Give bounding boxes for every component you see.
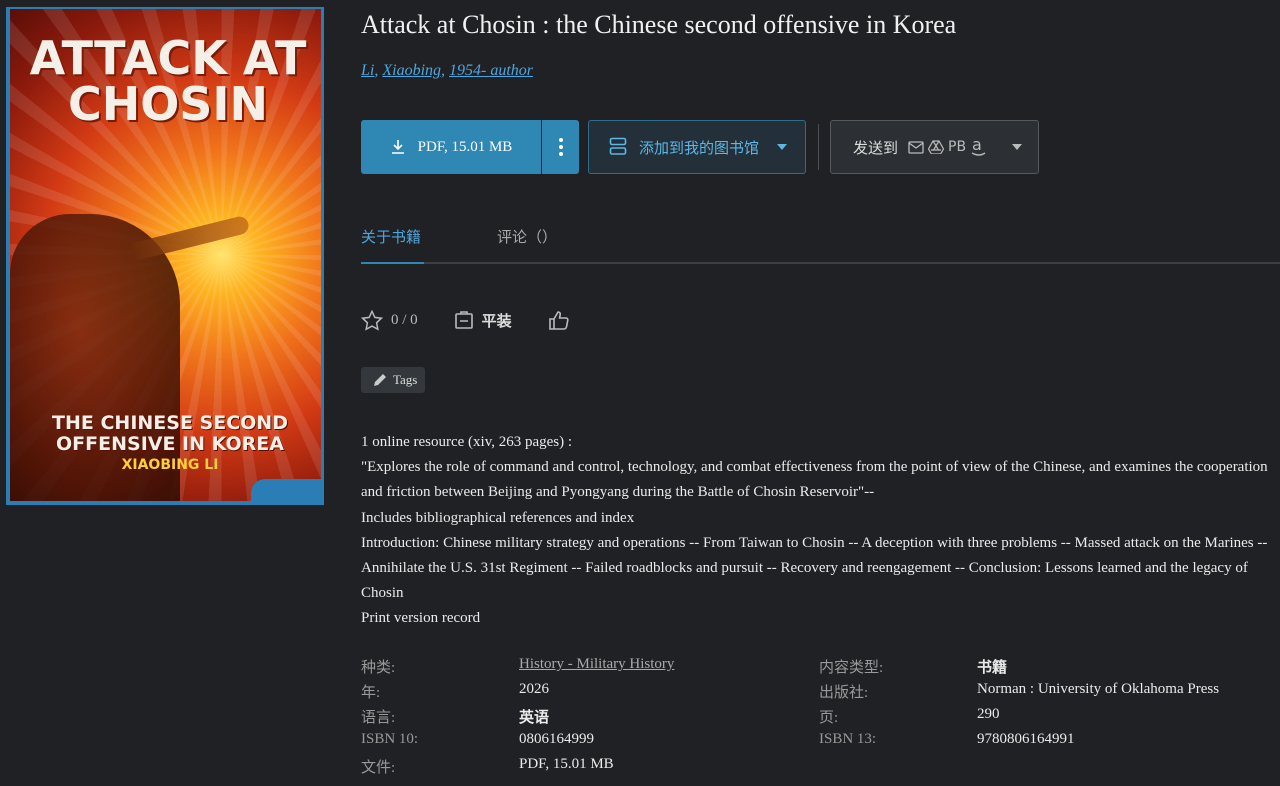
book-title: Attack at Chosin : the Chinese second of… <box>361 10 957 39</box>
cover-title: ATTACK AT CHOSIN <box>29 31 307 131</box>
download-icon <box>391 140 404 154</box>
send-to-button[interactable]: 发送到 PB a <box>830 120 1039 174</box>
author-link-role[interactable]: 1954- author <box>449 62 533 79</box>
language-value: 英语 <box>519 710 550 726</box>
add-to-library-button[interactable]: 添加到我的图书馆 <box>588 120 806 174</box>
star-icon <box>361 309 383 331</box>
pages-value: 290 <box>977 706 1000 722</box>
chevron-down-icon <box>777 144 788 150</box>
tags-label: Tags <box>393 372 418 387</box>
cover-subtitle: THE CHINESE SECOND OFFENSIVE IN KOREA <box>52 412 288 455</box>
publisher-label: 出版社: <box>819 685 869 701</box>
isbn13-label: ISBN 13: <box>819 731 877 747</box>
rating[interactable]: 0 / 0 <box>361 309 418 331</box>
author-link-first[interactable]: Xiaobing <box>382 62 441 79</box>
book-description: 1 online resource (xiv, 263 pages) : "Ex… <box>361 430 1273 632</box>
isbn10-label: ISBN 10: <box>361 731 419 747</box>
description-line: 1 online resource (xiv, 263 pages) : <box>361 434 573 450</box>
rating-value: 0 / 0 <box>391 311 418 328</box>
description-line: "Explores the role of command and contro… <box>361 459 1268 501</box>
thumbs-up-icon <box>548 311 569 330</box>
description-line: Includes bibliographical references and … <box>361 509 635 526</box>
pages-label: 页: <box>819 710 839 726</box>
bookshelf-icon <box>454 311 473 329</box>
amazon-kindle-icon: a <box>971 137 986 156</box>
publisher-value: Norman : University of Oklahoma Press <box>977 681 1220 697</box>
more-vertical-icon <box>558 138 563 156</box>
like-button[interactable] <box>548 310 570 330</box>
cover-author: XIAOBING LI <box>121 457 219 473</box>
toolbar-divider <box>818 124 819 170</box>
library-icon <box>609 137 627 155</box>
isbn13-value: 9780806164991 <box>977 731 1075 747</box>
author-link-last[interactable]: Li <box>361 62 374 79</box>
tab-active-indicator <box>361 262 424 264</box>
send-to-label: 发送到 <box>853 140 899 157</box>
year-label: 年: <box>361 685 381 701</box>
category-link[interactable]: History - Military History <box>519 656 674 673</box>
file-value: PDF, 15.01 MB <box>519 756 614 772</box>
svg-text:a: a <box>972 137 982 154</box>
tab-reviews[interactable]: 评论（） <box>497 226 557 247</box>
tags-button[interactable]: Tags <box>361 367 426 393</box>
content-type-value: 书籍 <box>977 660 1008 676</box>
chevron-down-icon <box>1012 144 1023 150</box>
download-more-button[interactable] <box>542 120 579 174</box>
book-authors: Li, Xiaobing, 1954- author <box>361 62 534 79</box>
book-cover[interactable]: ATTACK AT CHOSIN THE CHINESE SECOND OFFE… <box>6 7 324 505</box>
file-label: 文件: <box>361 760 396 776</box>
book-tabs: 关于书籍 评论（） <box>361 226 1280 264</box>
year-value: 2026 <box>519 681 549 697</box>
book-stats: 0 / 0 平装 <box>361 308 606 332</box>
download-label: PDF, 15.01 MB <box>417 138 513 155</box>
binding-status: 平装 <box>454 310 512 331</box>
category-label: 种类: <box>361 660 396 676</box>
cover-artwork: ATTACK AT CHOSIN THE CHINESE SECOND OFFE… <box>10 9 321 501</box>
language-label: 语言: <box>361 710 396 726</box>
google-drive-icon <box>928 140 945 154</box>
pocketbook-icon: PB <box>948 139 967 155</box>
description-line: Introduction: Chinese military strategy … <box>361 534 1268 602</box>
download-button[interactable]: PDF, 15.01 MB <box>361 120 541 174</box>
content-type-label: 内容类型: <box>819 660 884 676</box>
pencil-icon <box>374 374 386 386</box>
isbn10-value: 0806164999 <box>519 731 594 747</box>
tab-about-book[interactable]: 关于书籍 <box>361 226 421 247</box>
email-icon <box>908 140 924 154</box>
description-line: Print version record <box>361 610 481 627</box>
add-to-library-label: 添加到我的图书馆 <box>639 140 760 157</box>
binding-status-label: 平装 <box>481 313 512 330</box>
